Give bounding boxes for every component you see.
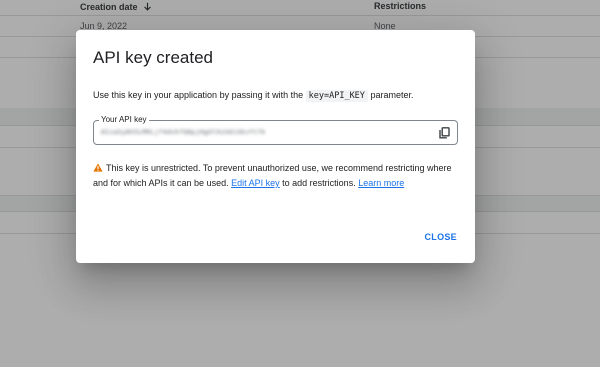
description-suffix: parameter. [370,90,414,100]
dialog-description: Use this key in your application by pass… [93,88,413,103]
copy-icon[interactable] [439,126,450,139]
close-button[interactable]: CLOSE [424,232,457,242]
edit-api-key-link[interactable]: Edit API key [231,178,280,188]
api-key-created-dialog: API key created Use this key in your app… [76,30,475,263]
description-prefix: Use this key in your application by pass… [93,90,304,100]
learn-more-link[interactable]: Learn more [358,178,404,188]
warning-icon [93,163,103,172]
copy-button[interactable] [437,125,452,140]
warning-middle-text: to add restrictions. [282,178,356,188]
unrestricted-warning: This key is unrestricted. To prevent una… [93,161,458,191]
description-code: key=API_KEY [305,90,368,102]
dialog-title: API key created [93,48,214,67]
api-key-field-label: Your API key [99,115,149,125]
api-key-field[interactable]: Your API key AIzaSyAh5LM0Ljf4dvkfQ8pjHgU… [93,115,458,145]
api-key-value[interactable]: AIzaSyAh5LM0Ljf4dvkfQ8pjHgUl9zUdiGkvYt7k [101,128,266,136]
